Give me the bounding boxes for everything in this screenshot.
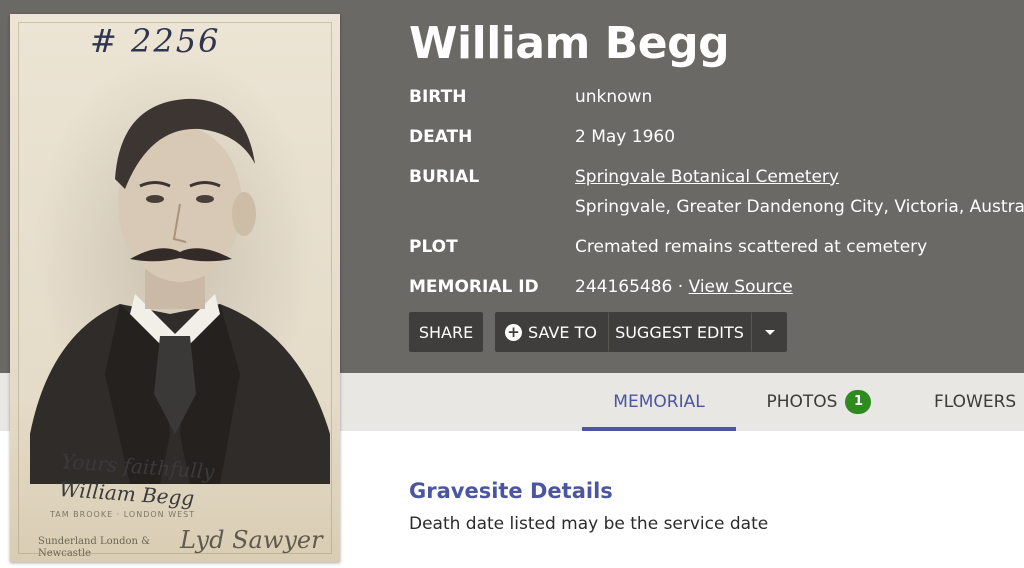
memorial-id-row: 244165486 · View Source [575, 277, 793, 297]
tab-memorial[interactable]: MEMORIAL [582, 373, 736, 431]
burial-location-value: Springvale, Greater Dandenong City, Vict… [575, 197, 1024, 217]
gravesite-details-heading: Gravesite Details [409, 479, 613, 503]
suggest-edits-button[interactable]: SUGGEST EDITS [608, 312, 750, 352]
memorial-id-value: 244165486 [575, 277, 673, 297]
death-value: 2 May 1960 [575, 127, 676, 147]
view-source-link[interactable]: View Source [689, 277, 793, 297]
more-actions-dropdown[interactable] [751, 312, 787, 352]
birth-label: BIRTH [409, 87, 467, 107]
memorial-name: William Begg [409, 18, 730, 69]
photos-count-badge: 1 [845, 390, 872, 414]
burial-cemetery-value: Springvale Botanical Cemetery [575, 167, 839, 187]
burial-label: BURIAL [409, 167, 480, 187]
tab-flowers-label: FLOWERS [934, 392, 1017, 412]
tab-photos-label: PHOTOS [766, 392, 838, 412]
plot-label: PLOT [409, 237, 458, 257]
death-label: DEATH [409, 127, 473, 147]
photo-frame [18, 22, 332, 554]
share-button[interactable]: SHARE [409, 312, 483, 352]
caret-down-icon [764, 329, 775, 335]
plot-value: Cremated remains scattered at cemetery [575, 237, 928, 257]
burial-cemetery-link[interactable]: Springvale Botanical Cemetery [575, 167, 839, 187]
tab-photos[interactable]: PHOTOS 1 [752, 373, 886, 431]
memorial-photo[interactable]: # 2256 Yours faithfully William Begg TAM… [10, 14, 340, 562]
birth-value: unknown [575, 87, 653, 107]
plus-circle-icon: + [505, 323, 523, 341]
tab-flowers[interactable]: FLOWERS [916, 373, 1024, 431]
separator-dot: · [677, 277, 684, 297]
memorial-id-label: MEMORIAL ID [409, 277, 539, 297]
gravesite-details-text: Death date listed may be the service dat… [409, 514, 769, 534]
tab-memorial-label: MEMORIAL [613, 392, 705, 412]
save-to-label: SAVE TO [528, 322, 597, 342]
save-to-button[interactable]: + SAVE TO [495, 312, 607, 352]
